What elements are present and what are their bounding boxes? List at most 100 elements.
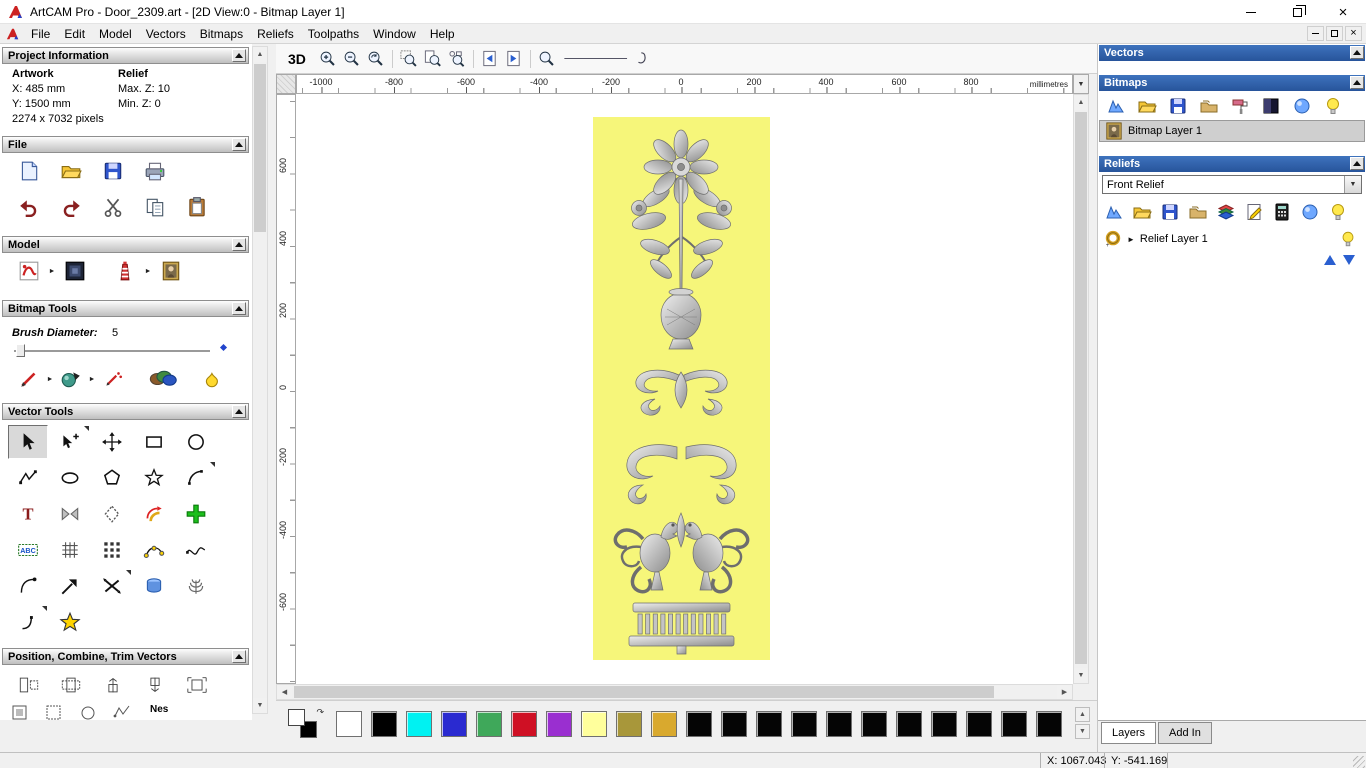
layer-visibility-bulb-icon[interactable] xyxy=(1339,230,1357,248)
toggle-visibility-bulb-icon[interactable] xyxy=(1326,200,1350,224)
new-relief-layer-icon[interactable] xyxy=(1102,200,1126,224)
array-copy-tool[interactable] xyxy=(92,533,132,567)
zoom-window-button[interactable] xyxy=(397,47,421,71)
create-circle-tool[interactable] xyxy=(176,425,216,459)
measure-arrow-tool[interactable] xyxy=(50,569,90,603)
palette-color-8[interactable] xyxy=(616,711,642,737)
menu-edit[interactable]: Edit xyxy=(57,25,92,43)
align-left-icon[interactable] xyxy=(16,672,42,698)
copy-relief-icon[interactable] xyxy=(1186,200,1210,224)
open-bitmap-icon[interactable] xyxy=(1135,94,1159,118)
draw-dots-icon[interactable] xyxy=(100,366,126,392)
create-ellipse-tool[interactable] xyxy=(50,461,90,495)
paint-selective-icon[interactable] xyxy=(58,366,84,392)
move-layer-down-button[interactable] xyxy=(1341,252,1357,268)
primary-colour-swatch[interactable] xyxy=(288,709,305,726)
scroll-right-button[interactable]: ▶ xyxy=(1057,685,1072,699)
drawing-canvas[interactable] xyxy=(296,94,1073,684)
zoom-in-button[interactable] xyxy=(316,47,340,71)
paste-icon[interactable] xyxy=(184,194,210,220)
lighthouse-icon[interactable] xyxy=(112,258,138,284)
copy-icon[interactable] xyxy=(142,194,168,220)
menu-bitmaps[interactable]: Bitmaps xyxy=(193,25,250,43)
zoom-page-button[interactable] xyxy=(421,47,445,71)
star-wizard-tool[interactable] xyxy=(50,605,90,639)
left-panel-scrollbar[interactable]: ▲ ▼ xyxy=(252,46,268,714)
foreground-background-colours[interactable]: ↷ xyxy=(288,707,324,743)
nest-tool-label[interactable]: Nes xyxy=(150,704,168,715)
scroll-up-button[interactable]: ▲ xyxy=(1074,95,1088,110)
transparency-icon[interactable] xyxy=(1290,94,1314,118)
transparency-icon[interactable] xyxy=(1298,200,1322,224)
palette-color-18[interactable] xyxy=(966,711,992,737)
collapse-section-button[interactable] xyxy=(232,405,246,418)
chevron-down-icon[interactable]: ▼ xyxy=(1344,176,1361,193)
expand-arrow-icon[interactable]: ► xyxy=(1127,235,1135,244)
create-star-tool[interactable] xyxy=(134,461,174,495)
save-bitmap-icon[interactable] xyxy=(1166,94,1190,118)
menu-reliefs[interactable]: Reliefs xyxy=(250,25,301,43)
bitmap-layer-row[interactable]: Bitmap Layer 1 xyxy=(1099,120,1365,142)
brush-diameter-slider-track[interactable] xyxy=(14,350,210,352)
swap-colours-icon[interactable]: ↷ xyxy=(316,707,324,718)
open-model-icon[interactable] xyxy=(58,158,84,184)
create-arc-tool[interactable] xyxy=(176,461,216,495)
menu-help[interactable]: Help xyxy=(423,25,462,43)
flyout-arrow-icon[interactable]: ► xyxy=(88,368,96,390)
save-model-icon[interactable] xyxy=(100,158,126,184)
menu-file[interactable]: File xyxy=(24,25,57,43)
collapse-section-button[interactable] xyxy=(232,238,246,251)
offset-vector-tool[interactable] xyxy=(134,497,174,531)
tab-layers[interactable]: Layers xyxy=(1101,722,1157,744)
menu-vectors[interactable]: Vectors xyxy=(139,25,193,43)
relief-selector-combo[interactable]: Front Relief ▼ xyxy=(1102,175,1362,194)
palette-color-17[interactable] xyxy=(931,711,957,737)
toggle-visibility-bulb-icon[interactable] xyxy=(1321,94,1345,118)
greyscale-preview-icon[interactable] xyxy=(62,258,88,284)
mirror-vectors-tool[interactable] xyxy=(50,497,90,531)
palette-color-2[interactable] xyxy=(406,711,432,737)
open-relief-icon[interactable] xyxy=(1130,200,1154,224)
clipped-tool-icon[interactable] xyxy=(78,704,98,720)
collapse-section-button[interactable] xyxy=(232,49,246,62)
measure-x-tool[interactable] xyxy=(92,569,132,603)
menu-model[interactable]: Model xyxy=(92,25,139,43)
new-bitmap-layer-icon[interactable] xyxy=(1104,94,1128,118)
collapse-section-button[interactable] xyxy=(232,138,246,151)
grid-snap-tool[interactable] xyxy=(50,533,90,567)
scrollbar-thumb[interactable] xyxy=(294,686,994,698)
palette-color-16[interactable] xyxy=(896,711,922,737)
palette-color-20[interactable] xyxy=(1036,711,1062,737)
palette-color-5[interactable] xyxy=(511,711,537,737)
palette-color-4[interactable] xyxy=(476,711,502,737)
select-vectors-tool[interactable] xyxy=(8,425,48,459)
align-centre-icon[interactable] xyxy=(58,672,84,698)
menu-window[interactable]: Window xyxy=(366,25,423,43)
text-block-tool[interactable]: ABC xyxy=(8,533,48,567)
palette-color-12[interactable] xyxy=(756,711,782,737)
clipped-tool-icon[interactable] xyxy=(112,704,132,720)
redo-icon[interactable] xyxy=(58,194,84,220)
adjust-model-icon[interactable] xyxy=(16,258,42,284)
zoom-selection-button[interactable] xyxy=(535,47,559,71)
pan-right-button[interactable] xyxy=(502,47,526,71)
save-relief-icon[interactable] xyxy=(1158,200,1182,224)
zoom-objects-button[interactable] xyxy=(445,47,469,71)
palette-color-0[interactable] xyxy=(336,711,362,737)
green-plus-paste-tool[interactable] xyxy=(176,497,216,531)
import-export-icon[interactable] xyxy=(142,158,168,184)
palette-color-14[interactable] xyxy=(826,711,852,737)
collapse-section-button[interactable] xyxy=(1350,46,1364,59)
arc-segment-tool[interactable] xyxy=(8,569,48,603)
centre-in-page-icon[interactable] xyxy=(184,672,210,698)
flyout-arrow-icon[interactable]: ► xyxy=(46,368,54,390)
copy-layer-icon[interactable] xyxy=(1197,94,1221,118)
colour-palette-icon[interactable] xyxy=(146,366,180,392)
mdi-close-button[interactable]: × xyxy=(1345,26,1362,41)
create-polygon-tool[interactable] xyxy=(92,461,132,495)
palette-color-9[interactable] xyxy=(651,711,677,737)
scrollbar-thumb[interactable] xyxy=(254,64,266,232)
stack-layers-icon[interactable] xyxy=(1214,200,1238,224)
collapse-section-button[interactable] xyxy=(1350,76,1364,89)
restore-button[interactable] xyxy=(1274,0,1320,24)
